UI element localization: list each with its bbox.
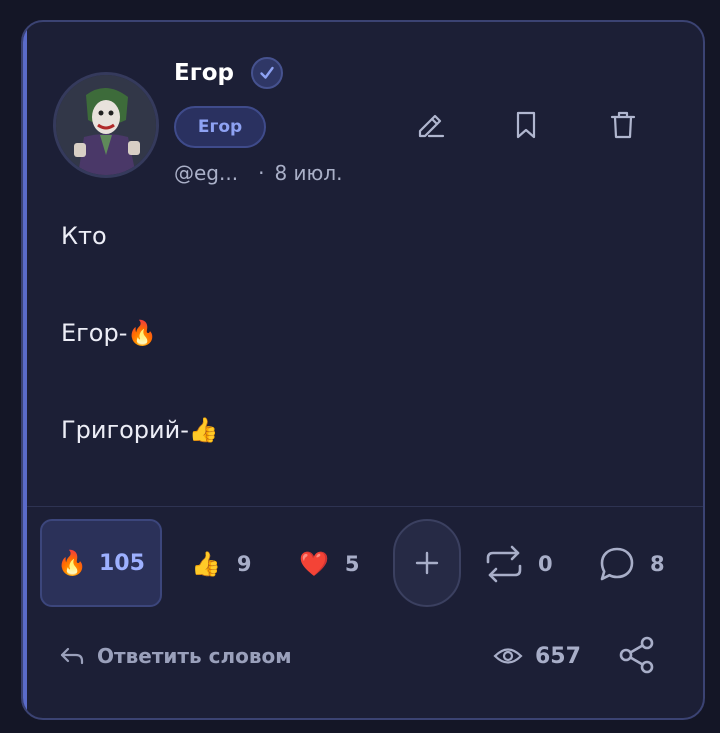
comment-button[interactable]: 8 — [598, 542, 665, 586]
reply-arrow-icon — [60, 647, 84, 665]
post-date: 8 июл. — [274, 161, 343, 185]
add-reaction-button[interactable] — [393, 519, 461, 607]
views-count: 657 — [535, 643, 581, 669]
share-icon[interactable] — [617, 635, 657, 675]
reaction-count: 9 — [236, 552, 252, 576]
post-text-line: Григорий-👍 — [61, 416, 219, 444]
plus-icon — [415, 551, 439, 575]
reply-button[interactable]: Ответить словом — [59, 639, 292, 673]
author-handle[interactable]: @eg... — [174, 161, 238, 185]
author-tag[interactable]: Егор — [174, 106, 266, 148]
post-card: Егор Егор @eg... · 8 июл. Кто Егор-🔥 Гри — [21, 20, 705, 720]
fire-emoji-icon: 🔥 — [57, 549, 87, 577]
verified-check-icon — [251, 57, 283, 89]
reply-label: Ответить словом — [97, 644, 292, 668]
reaction-fire-button[interactable]: 🔥 105 — [40, 519, 162, 607]
comment-count: 8 — [650, 552, 665, 576]
heart-emoji-icon: ❤️ — [299, 550, 329, 578]
author-name[interactable]: Егор — [174, 60, 234, 86]
reaction-thumbs-up-button[interactable]: 👍 9 — [191, 542, 252, 586]
views-counter: 657 — [493, 639, 581, 673]
meta-separator: · — [258, 161, 265, 185]
reaction-count: 105 — [98, 550, 145, 576]
repost-count: 0 — [538, 552, 553, 576]
avatar-image — [56, 75, 156, 175]
pencil-icon[interactable] — [414, 108, 448, 142]
bookmark-icon[interactable] — [509, 108, 543, 142]
post-text-line: Егор-🔥 — [61, 319, 158, 347]
comment-icon — [600, 547, 634, 581]
reaction-heart-button[interactable]: ❤️ 5 — [299, 542, 360, 586]
repost-button[interactable]: 0 — [484, 542, 553, 586]
repost-icon — [486, 545, 522, 583]
trash-icon[interactable] — [606, 108, 640, 142]
reaction-count: 5 — [344, 552, 360, 576]
eye-icon — [493, 648, 523, 664]
avatar[interactable] — [53, 72, 159, 178]
post-meta: @eg... · 8 июл. — [174, 161, 343, 185]
divider — [27, 506, 703, 507]
post-text-line: Кто — [61, 222, 107, 250]
thumbs-up-emoji-icon: 👍 — [191, 550, 221, 578]
